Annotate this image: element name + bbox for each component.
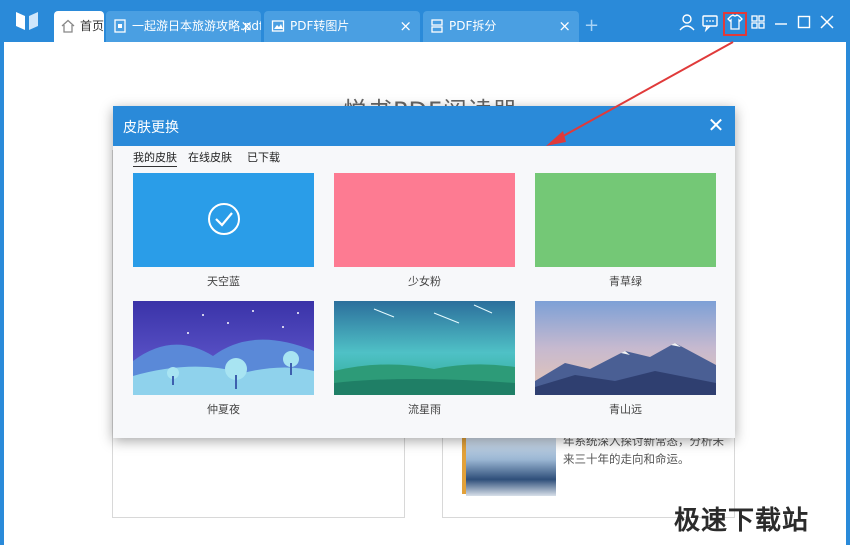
annotation-arrow	[546, 41, 734, 146]
watermark: 极速下载站	[674, 506, 810, 536]
